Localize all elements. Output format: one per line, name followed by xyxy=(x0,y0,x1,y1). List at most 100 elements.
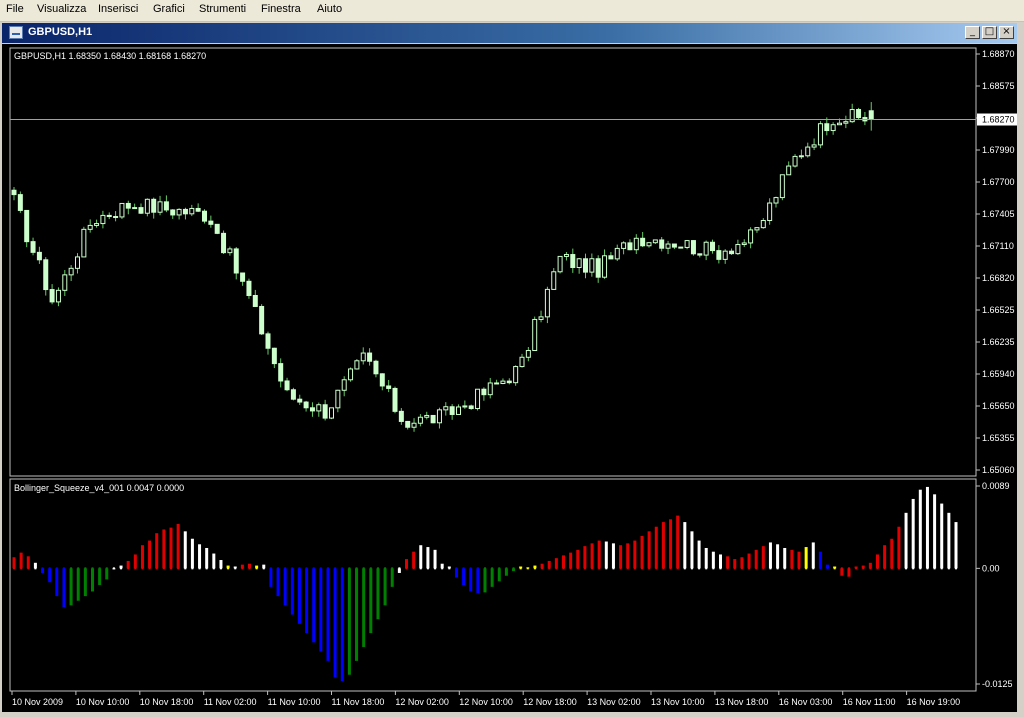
candle-body xyxy=(436,409,442,424)
indicator-bar xyxy=(162,529,166,569)
candle-body xyxy=(430,414,436,424)
maximize-button[interactable]: □ xyxy=(982,26,997,39)
indicator-bar xyxy=(790,549,794,569)
chart-window-title: GBPUSD,H1 xyxy=(28,26,93,38)
indicator-dot xyxy=(491,567,494,570)
candle-body xyxy=(551,271,557,290)
time-label: 12 Nov 02:00 xyxy=(395,697,449,707)
indicator-bar xyxy=(683,522,687,569)
indicator-dot xyxy=(455,567,458,570)
indicator-bar xyxy=(933,494,937,569)
candle-body xyxy=(576,258,582,268)
candle-body xyxy=(570,254,576,268)
candle-body xyxy=(151,198,157,213)
indicator-bar xyxy=(897,526,901,569)
candle-body xyxy=(754,227,760,231)
indicator-bar xyxy=(297,568,301,624)
indicator-dot xyxy=(184,567,187,570)
minimize-button[interactable]: _ xyxy=(965,26,980,39)
candle-body xyxy=(767,202,773,222)
menu-inserisci[interactable]: Inserisci xyxy=(98,3,138,15)
indicator-bar xyxy=(469,568,473,592)
indicator-dot xyxy=(391,567,394,570)
indicator-bar xyxy=(754,549,758,569)
candle-body xyxy=(24,209,30,243)
indicator-dot xyxy=(384,567,387,570)
chart-window: 1.68870 1.68575 1.68270 1.67990 1.67700 1.674… xyxy=(2,44,1017,712)
candle-body xyxy=(595,258,601,278)
indicator-bar xyxy=(747,553,751,569)
chart-window-titlebar[interactable]: GBPUSD,H1 _ □ × xyxy=(2,23,1017,43)
indicator-bar xyxy=(626,543,630,569)
indicator-dot xyxy=(862,567,865,570)
indicator-dot xyxy=(334,567,337,570)
candle-body xyxy=(614,247,620,260)
indicator-bar xyxy=(761,546,765,569)
indicator-dot xyxy=(405,567,408,570)
indicator-dot xyxy=(312,567,315,570)
candle-body xyxy=(411,422,417,428)
indicator-bar xyxy=(69,568,73,606)
indicator-dot xyxy=(890,567,893,570)
indicator-dot xyxy=(812,567,815,570)
indicator-dot xyxy=(277,567,280,570)
indicator-bar xyxy=(890,538,894,569)
main-chart-info: GBPUSD,H1 1.68350 1.68430 1.68168 1.6827… xyxy=(14,51,206,61)
indicator-dot xyxy=(769,567,772,570)
indicator-bar xyxy=(155,533,159,569)
candle-body xyxy=(500,380,506,384)
indicator-dot xyxy=(847,567,850,570)
indicator-dot xyxy=(705,567,708,570)
time-label: 16 Nov 03:00 xyxy=(779,697,833,707)
candle-body xyxy=(113,216,119,219)
indicator-dot xyxy=(555,567,558,570)
indicator-dot xyxy=(826,567,829,570)
indicator-dot xyxy=(790,567,793,570)
indicator-bar xyxy=(219,560,223,569)
menu-visualizza[interactable]: Visualizza xyxy=(37,3,86,15)
indicator-dot xyxy=(591,567,594,570)
indicator-bar xyxy=(412,551,416,569)
menu-file[interactable]: File xyxy=(6,3,24,15)
menu-finestra[interactable]: Finestra xyxy=(261,3,301,15)
time-label: 10 Nov 10:00 xyxy=(76,697,130,707)
indicator-dot xyxy=(648,567,651,570)
candle-body xyxy=(138,207,144,214)
indicator-bar xyxy=(661,522,665,569)
indicator-dot xyxy=(655,567,658,570)
indicator-bar xyxy=(497,568,501,582)
indicator-dot xyxy=(170,567,172,570)
candle-body xyxy=(449,406,455,415)
price-label: 1.65060 xyxy=(982,465,1015,475)
candle-body xyxy=(303,401,309,409)
candle-body xyxy=(487,382,493,396)
indicator-bar xyxy=(326,568,330,661)
indicator-dot xyxy=(212,567,215,570)
candle-body xyxy=(868,110,874,121)
indicator-bar xyxy=(390,568,394,587)
indicator-dot xyxy=(740,567,743,570)
indicator-bar xyxy=(690,531,694,569)
time-label: 13 Nov 10:00 xyxy=(651,697,705,707)
candle-body xyxy=(106,214,112,218)
chart-canvas[interactable]: 1.68870 1.68575 1.68270 1.67990 1.67700 1.674… xyxy=(2,44,1017,712)
candle-body xyxy=(87,224,93,230)
indicator-dot xyxy=(512,567,515,570)
indicator-dot xyxy=(484,567,486,570)
indicator-dot xyxy=(726,567,729,570)
indicator-bar xyxy=(276,568,280,597)
indicator-dot xyxy=(412,567,415,570)
menu-aiuto[interactable]: Aiuto xyxy=(317,3,342,15)
menu-grafici[interactable]: Grafici xyxy=(153,3,185,15)
indicator-dot xyxy=(48,567,51,570)
chart-window-icon xyxy=(9,26,23,39)
candle-body xyxy=(329,407,334,419)
indicator-bar xyxy=(711,551,715,569)
indicator-label: -0.0125 xyxy=(982,679,1013,689)
candle-body xyxy=(538,316,544,320)
indicator-bar xyxy=(619,545,623,569)
candle-body xyxy=(75,256,80,269)
candle-body xyxy=(62,274,68,291)
menu-strumenti[interactable]: Strumenti xyxy=(199,3,246,15)
close-button[interactable]: × xyxy=(999,26,1014,39)
